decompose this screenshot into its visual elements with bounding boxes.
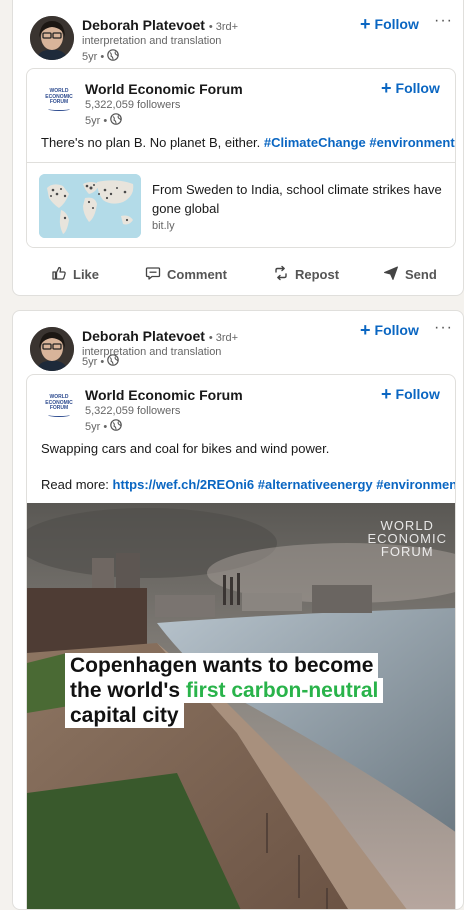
- video-watermark-logo: WORLD ECONOMIC FORUM: [367, 518, 447, 559]
- follow-label: Follow: [374, 322, 419, 338]
- send-icon: [383, 265, 399, 284]
- link-preview-title[interactable]: From Sweden to India, school climate str…: [152, 180, 442, 218]
- shared-post[interactable]: WORLD ECONOMIC FORUM World Economic Foru…: [26, 374, 456, 909]
- caption-highlight: first carbon-neutral: [185, 679, 379, 702]
- link-preview-domain: bit.ly: [152, 220, 175, 232]
- video-caption-line: the world's first carbon-neutral: [65, 678, 384, 703]
- post-time: 5yr •: [82, 355, 105, 368]
- link-preview[interactable]: From Sweden to India, school climate str…: [27, 162, 455, 247]
- feed-post-1: Deborah Platevoet • 3rd+ interpretation …: [12, 0, 464, 296]
- follow-author-button[interactable]: + Follow: [360, 15, 419, 33]
- author-name[interactable]: Deborah Platevoet • 3rd+: [82, 17, 238, 33]
- comment-button[interactable]: Comment: [145, 256, 227, 292]
- globe-icon: [107, 49, 120, 64]
- repost-label: Repost: [295, 266, 340, 282]
- post-actions-bar: Like Comment Repost Send: [13, 256, 463, 292]
- hashtag-link[interactable]: #environment: [376, 477, 455, 492]
- link-thumbnail: [39, 174, 141, 238]
- follow-org-button[interactable]: + Follow: [381, 385, 440, 403]
- wef-logo: WORLD ECONOMIC FORUM: [41, 88, 77, 115]
- hashtag-link[interactable]: #ClimateChange: [264, 135, 366, 150]
- send-label: Send: [405, 266, 437, 282]
- post-meta: 5yr •: [82, 49, 120, 64]
- video-caption-line: capital city: [65, 703, 184, 728]
- globe-icon: [107, 354, 120, 369]
- post-read-more: Read more: https://wef.ch/2REOni6 #alter…: [41, 477, 455, 492]
- shared-post-meta: 5yr •: [85, 419, 123, 434]
- post-time: 5yr •: [82, 50, 105, 63]
- more-options-icon[interactable]: ···: [434, 12, 453, 30]
- post-meta: 5yr •: [82, 354, 120, 369]
- comment-icon: [145, 265, 161, 284]
- org-followers: 5,322,059 followers: [85, 99, 181, 111]
- like-label: Like: [73, 266, 100, 282]
- send-button[interactable]: Send: [383, 256, 437, 292]
- author-avatar[interactable]: [30, 327, 74, 371]
- more-options-icon[interactable]: ···: [434, 319, 453, 337]
- plus-icon: +: [381, 78, 392, 98]
- author-headline: interpretation and translation: [82, 35, 222, 47]
- article-link[interactable]: https://wef.ch/2REOni6: [113, 477, 255, 492]
- globe-icon: [110, 419, 123, 434]
- repost-icon: [273, 265, 289, 284]
- video-player[interactable]: WORLD ECONOMIC FORUM Copenhagen wants to…: [27, 503, 455, 909]
- read-more-label: Read more:: [41, 477, 109, 492]
- follow-label: Follow: [395, 386, 440, 402]
- follow-author-button[interactable]: + Follow: [360, 321, 419, 339]
- repost-button[interactable]: Repost: [273, 256, 339, 292]
- like-button[interactable]: Like: [51, 256, 99, 292]
- org-followers: 5,322,059 followers: [85, 405, 181, 417]
- org-name[interactable]: World Economic Forum: [85, 81, 243, 97]
- hashtag-link[interactable]: #alternativeenergy: [258, 477, 373, 492]
- connection-degree: • 3rd+: [208, 21, 239, 33]
- plus-icon: +: [360, 320, 371, 340]
- shared-post-meta: 5yr •: [85, 113, 123, 128]
- post-text: There's no plan B. No planet B, either. …: [41, 135, 455, 150]
- org-name[interactable]: World Economic Forum: [85, 387, 243, 403]
- plus-icon: +: [381, 384, 392, 404]
- shared-post-time: 5yr •: [85, 114, 108, 127]
- comment-label: Comment: [167, 266, 227, 282]
- plus-icon: +: [360, 14, 371, 34]
- post-text-line: Swapping cars and coal for bikes and win…: [41, 441, 330, 456]
- connection-degree: • 3rd+: [208, 332, 239, 344]
- thumbs-up-icon: [51, 265, 67, 284]
- follow-label: Follow: [374, 16, 419, 32]
- follow-org-button[interactable]: + Follow: [381, 79, 440, 97]
- wef-logo: WORLD ECONOMIC FORUM: [41, 394, 77, 421]
- author-name[interactable]: Deborah Platevoet • 3rd+: [82, 328, 238, 344]
- shared-post-time: 5yr •: [85, 420, 108, 433]
- shared-post[interactable]: WORLD ECONOMIC FORUM World Economic Foru…: [26, 68, 456, 248]
- hashtag-link[interactable]: #environment: [369, 135, 454, 150]
- feed-post-2: Deborah Platevoet • 3rd+ interpretation …: [12, 310, 464, 910]
- follow-label: Follow: [395, 80, 440, 96]
- video-caption-line: Copenhagen wants to become: [65, 653, 379, 678]
- author-avatar[interactable]: [30, 16, 74, 60]
- globe-icon: [110, 113, 123, 128]
